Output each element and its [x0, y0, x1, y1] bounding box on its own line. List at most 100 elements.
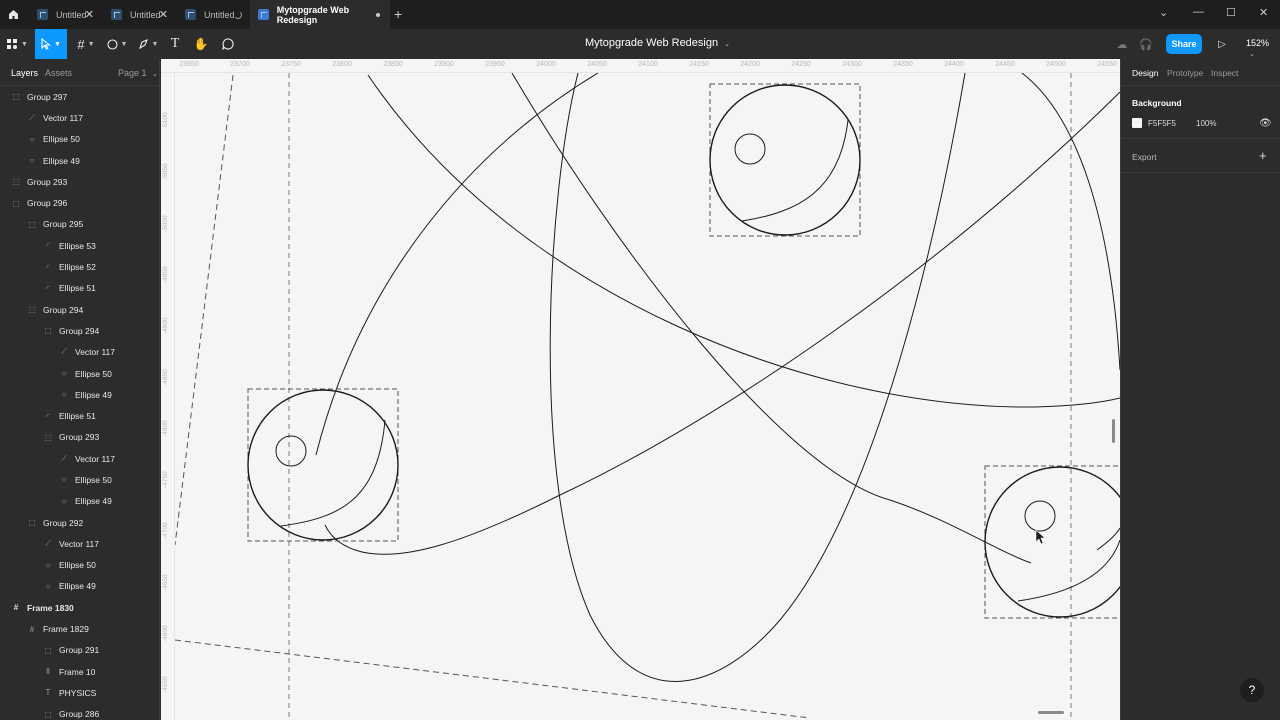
layer-row[interactable]: ○ Ellipse 50 — [0, 555, 159, 576]
layer-name: Group 291 — [59, 645, 100, 656]
layer-row[interactable]: ⬚ Group 286 — [0, 704, 159, 720]
file-title-button[interactable]: Mytopgrade Web Redesign ⌄ — [585, 37, 730, 49]
layer-row[interactable]: ⬚ Group 294 — [0, 299, 159, 320]
audio-call-button[interactable]: 🎧 — [1138, 29, 1154, 59]
group-icon: ⬚ — [12, 198, 20, 208]
tab-title: Untitled — [56, 9, 87, 20]
layer-row[interactable]: ⦀ Frame 10 — [0, 661, 159, 682]
maximize-icon[interactable]: ☐ — [1226, 6, 1236, 19]
ruler-tick-label: -5100 — [162, 112, 169, 129]
layer-row[interactable]: ○ Ellipse 50 — [0, 363, 159, 384]
toolbar: ▼ ▼ # ▼ ▼ ▼ T ✋ Mytopgrade Web Redesign … — [0, 29, 1280, 59]
hand-tool-button[interactable]: ✋ — [192, 29, 210, 59]
layer-row[interactable]: ◜ Ellipse 51 — [0, 405, 159, 426]
frame-icon: # — [13, 603, 19, 613]
comment-tool-button[interactable] — [219, 29, 237, 59]
tab-assets[interactable]: Assets — [45, 68, 72, 78]
tab-untitled-1[interactable]: Untitled ✕ — [28, 0, 102, 29]
layer-name: Group 293 — [59, 432, 100, 443]
ruler-tick-label: 23650 — [179, 61, 199, 68]
move-tool-button[interactable]: ▼ — [35, 29, 67, 59]
tab-untitled-2[interactable]: Untitled ✕ — [102, 0, 176, 29]
chevron-down-icon: ▼ — [151, 40, 159, 48]
orbit-curve — [324, 91, 1120, 555]
layer-name: Ellipse 49 — [43, 155, 80, 166]
shape-tool-button[interactable]: ▼ — [104, 29, 130, 59]
figma-file-icon — [185, 9, 196, 20]
home-button[interactable] — [0, 0, 27, 29]
layer-row[interactable]: ◜ Ellipse 53 — [0, 235, 159, 256]
close-window-icon[interactable]: ✕ — [1259, 6, 1268, 19]
planet-crater-ellipse — [275, 435, 307, 467]
tab-design[interactable]: Design — [1132, 68, 1158, 78]
canvas[interactable] — [175, 73, 1120, 720]
layer-row[interactable]: ⟋ Vector 117 — [0, 448, 159, 469]
horizontal-scrollbar[interactable] — [1038, 711, 1064, 714]
layer-row[interactable]: ⬚ Group 292 — [0, 512, 159, 533]
layer-row[interactable]: ⬚ Group 293 — [0, 427, 159, 448]
layer-row[interactable]: ○ Ellipse 49 — [0, 491, 159, 512]
minimize-icon[interactable]: — — [1193, 6, 1204, 18]
add-export-button[interactable]: + — [1259, 148, 1267, 163]
layer-row[interactable]: T PHYSICS — [0, 682, 159, 703]
close-icon[interactable]: ✕ — [159, 8, 168, 21]
divider — [1121, 172, 1280, 173]
ruler-horizontal: 23650 23700 23750 23800 23850 23900 23950 24000… — [161, 59, 1120, 73]
ellipse-icon — [106, 38, 118, 50]
vector-icon: ⟋ — [61, 453, 67, 463]
layer-row[interactable]: ⟋ Vector 117 — [0, 342, 159, 363]
background-hex-input[interactable]: F5F5F5 — [1148, 119, 1176, 128]
background-opacity-input[interactable]: 100% — [1196, 119, 1216, 128]
text-icon: T — [170, 36, 180, 51]
main-menu-button[interactable]: ▼ — [4, 29, 30, 59]
share-button[interactable]: Share — [1166, 34, 1202, 54]
layer-row[interactable]: ○ Ellipse 49 — [0, 576, 159, 597]
ellipse-icon: ○ — [29, 134, 35, 144]
layer-row[interactable]: # Frame 1830 — [0, 597, 159, 618]
text-tool-button[interactable]: T — [166, 29, 184, 59]
ruler-tick-label: -4650 — [162, 574, 169, 591]
offline-icon: ☁ — [1116, 38, 1128, 51]
tab-layers[interactable]: Layers — [11, 68, 38, 78]
layer-row[interactable]: ⬚ Group 291 — [0, 640, 159, 661]
tab-untitled-3[interactable]: Untitled — [176, 0, 250, 29]
layer-row[interactable]: ⟋ Vector 117 — [0, 533, 159, 554]
background-color-swatch[interactable] — [1132, 118, 1142, 128]
layer-row[interactable]: ⬚ Group 294 — [0, 320, 159, 341]
layer-row[interactable]: ⬚ Group 296 — [0, 192, 159, 213]
layer-row[interactable]: ○ Ellipse 50 — [0, 469, 159, 490]
layer-row[interactable]: # Frame 1829 — [0, 618, 159, 639]
eye-icon[interactable]: 👁 — [1259, 118, 1272, 129]
frame-tool-button[interactable]: # ▼ — [73, 29, 99, 59]
layer-name: Frame 1829 — [43, 624, 89, 635]
tab-title: Untitled — [130, 9, 161, 20]
layer-row[interactable]: ⬚ Group 297 — [0, 86, 159, 107]
layer-row[interactable]: ○ Ellipse 49 — [0, 150, 159, 171]
orbit-curve — [549, 73, 966, 682]
close-icon[interactable]: ✕ — [85, 8, 94, 21]
layer-row[interactable]: ⬚ Group 295 — [0, 214, 159, 235]
chevron-down-icon[interactable]: ⌄ — [1159, 6, 1168, 19]
new-tab-button[interactable]: + — [394, 6, 402, 22]
help-button[interactable]: ? — [1240, 678, 1264, 702]
vertical-scrollbar[interactable] — [1112, 419, 1115, 443]
zoom-dropdown[interactable]: 152% ⌄ — [1246, 38, 1280, 58]
page-selector[interactable]: Page 1 ⌄ — [118, 68, 158, 78]
present-button[interactable]: ▷ — [1214, 29, 1230, 59]
ruler-tick-label: 24200 — [740, 61, 760, 68]
ellipse-icon: ○ — [61, 390, 67, 400]
layer-row[interactable]: ⟋ Vector 117 — [0, 107, 159, 128]
tab-inspect[interactable]: Inspect — [1211, 68, 1238, 78]
layer-row[interactable]: ⬚ Group 293 — [0, 171, 159, 192]
pen-tool-button[interactable]: ▼ — [135, 29, 161, 59]
layer-row[interactable]: ○ Ellipse 50 — [0, 129, 159, 150]
properties-panel: Design Prototype Inspect Background F5F5… — [1120, 59, 1280, 720]
tab-prototype[interactable]: Prototype — [1167, 68, 1203, 78]
layer-row[interactable]: ◜ Ellipse 51 — [0, 278, 159, 299]
layer-row[interactable]: ◜ Ellipse 52 — [0, 256, 159, 277]
ruler-tick-label: 23700 — [230, 61, 250, 68]
layer-name: Ellipse 51 — [59, 283, 96, 294]
layer-row[interactable]: ○ Ellipse 49 — [0, 384, 159, 405]
tab-mytopgrade[interactable]: Mytopgrade Web Redesign — [250, 0, 390, 29]
group-icon: ⬚ — [12, 177, 20, 187]
